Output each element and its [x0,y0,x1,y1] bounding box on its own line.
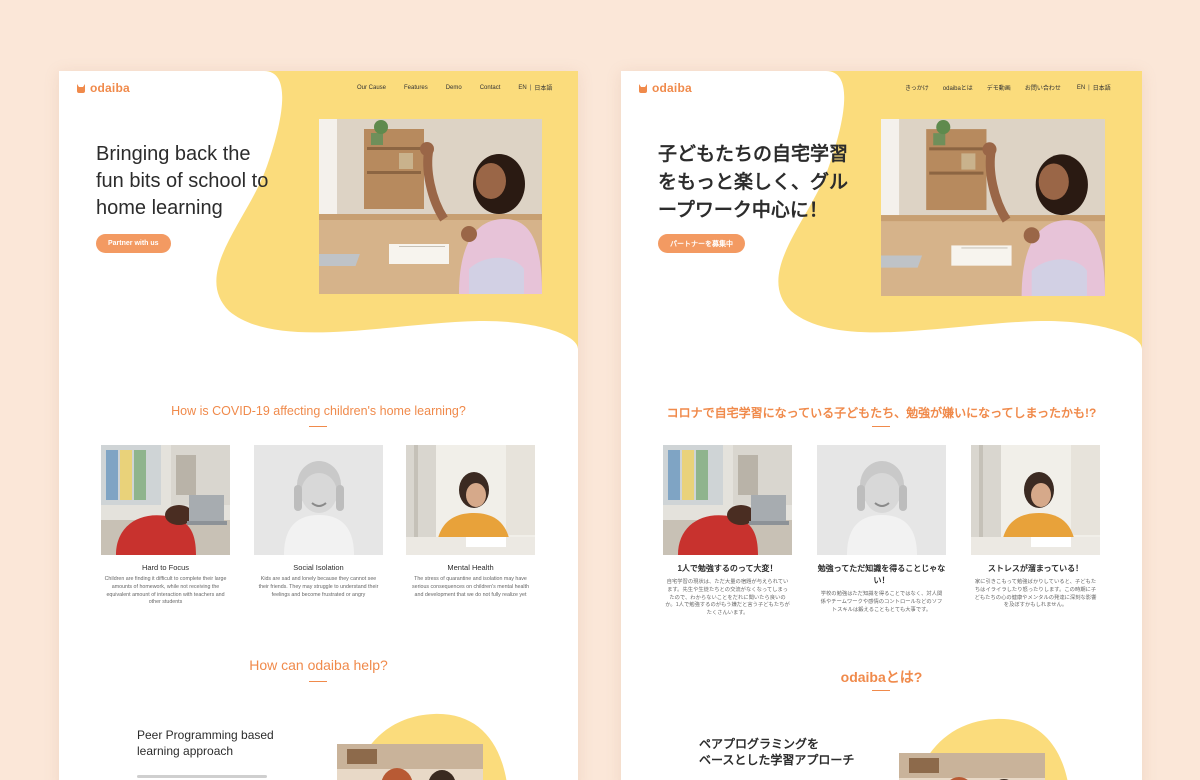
card-photo [971,445,1100,555]
nav-demo[interactable]: Demo [446,85,462,91]
peer-photo [337,744,483,780]
language-switcher: EN | 日本語 [1077,83,1111,93]
card-mental-health: Mental Health The stress of quarantine a… [406,445,535,599]
blurred-text-line [137,775,267,778]
lang-en[interactable]: EN [1077,85,1085,91]
hero-title-line: をもっと楽しく、グル [658,172,849,193]
peer-title-line: Peer Programming based [137,728,274,742]
nav-contact[interactable]: Contact [480,85,501,91]
help-section-title: How can odaiba help? [249,657,388,673]
partner-button[interactable]: Partner with us [96,234,171,253]
card-title: Hard to Focus [141,563,190,572]
section-underline [872,690,890,691]
hero-title-line: fun bits of school to [96,170,269,192]
odaiba-logo-icon [77,83,85,93]
lang-en[interactable]: EN [518,85,526,91]
card-text: 学校の勉強はただ知識を得ることではなく、対人関係やチームワークや感情のコントロー… [820,591,943,613]
card-photo [406,445,535,555]
card-text: Kids are sad and lonely because they can… [258,576,379,598]
section-underline [309,681,327,682]
odaiba-logo-icon [639,83,647,93]
lang-separator: | [1088,84,1090,91]
nav-contact[interactable]: お問い合わせ [1025,83,1061,92]
section-underline [309,426,327,427]
hero-title-line: 子どもたちの自宅学習 [658,144,849,165]
card-text: Children are finding it difficult to com… [104,576,227,606]
card-social-isolation: Social Isolation Kids are sad and lonely… [254,445,383,599]
peer-programming-title: ペアプログラミングを ベースとした学習アプローチ [699,736,854,768]
japanese-page-preview: odaiba きっかけ odaibaとは デモ動画 お問い合わせ EN | 日本… [621,71,1142,780]
card-title: 勉強ってただ知識を得ることじゃない！ [817,564,946,585]
card-text: The stress of quarantine and isolation m… [411,576,530,598]
card-title: Mental Health [447,563,494,572]
nav-our-cause[interactable]: Our Cause [357,85,386,91]
logo-text: odaiba [90,81,130,95]
main-nav: Our Cause Features Demo Contact EN | 日本語 [357,83,552,93]
card-text: 家に引きこもって勉強ばかりしていると、子どもたちはイライラしたり怒ったりします。… [974,579,1097,609]
partner-button[interactable]: パートナーを募集中 [658,234,745,253]
card-title: Social Isolation [293,563,344,572]
hero-title: 子どもたちの自宅学習 をもっと楽しく、グル ープワーク中心に！ [658,141,848,225]
peer-photo [899,753,1045,780]
language-switcher: EN | 日本語 [518,83,552,93]
covid-section-title: How is COVID-19 affecting children's hom… [171,404,466,418]
lang-ja[interactable]: 日本語 [534,83,552,92]
lang-ja[interactable]: 日本語 [1093,83,1111,92]
logo-text: odaiba [652,81,692,95]
hero-photo-girl-waving [881,119,1105,296]
peer-title-line: learning approach [137,744,234,758]
main-nav: きっかけ odaibaとは デモ動画 お問い合わせ EN | 日本語 [905,83,1111,93]
card-photo [663,445,792,555]
hero-photo-girl-waving [319,119,542,294]
hero-title: Bringing back the fun bits of school to … [96,141,268,222]
card-title: 1人で勉強するのって大変！ [677,564,778,573]
card-not-just-knowledge: 勉強ってただ知識を得ることじゃない！ 学校の勉強はただ知識を得ることではなく、対… [817,445,946,614]
covid-section-title: コロナで自宅学習になっている子どもたち、勉強が嫌いになってしまったかも!? [666,406,1097,420]
nav-demo-video[interactable]: デモ動画 [987,83,1011,92]
peer-programming-title: Peer Programming based learning approach [137,727,274,759]
logo[interactable]: odaiba [638,81,692,95]
card-photo [254,445,383,555]
peer-title-line: ベースとした学習アプローチ [699,753,855,767]
card-hard-to-focus: Hard to Focus Children are finding it di… [101,445,230,607]
logo[interactable]: odaiba [76,81,130,95]
english-page-preview: odaiba Our Cause Features Demo Contact E… [59,71,578,780]
card-text: 自宅学習の現状は、ただ大量の宿題が与えられています。先生や生徒たちとの交流がなく… [665,579,790,617]
nav-features[interactable]: Features [404,85,428,91]
card-photo [101,445,230,555]
nav-kikkake[interactable]: きっかけ [905,83,929,92]
card-stress: ストレスが溜まっている！ 家に引きこもって勉強ばかりしていると、子どもたちはイラ… [971,445,1100,610]
card-hard-alone: 1人で勉強するのって大変！ 自宅学習の現状は、ただ大量の宿題が与えられています。… [663,445,792,618]
peer-title-line: ペアプログラミングを [699,737,820,751]
card-photo [817,445,946,555]
hero-title-line: home learning [96,197,223,219]
nav-about-odaiba[interactable]: odaibaとは [943,83,973,92]
hero-title-line: Bringing back the [96,143,251,165]
hero-title-line: ープワーク中心に！ [658,200,828,221]
help-section-title: odaibaとは? [840,669,923,685]
section-underline [872,426,890,427]
card-title: ストレスが溜まっている！ [987,564,1084,573]
lang-separator: | [529,84,532,91]
